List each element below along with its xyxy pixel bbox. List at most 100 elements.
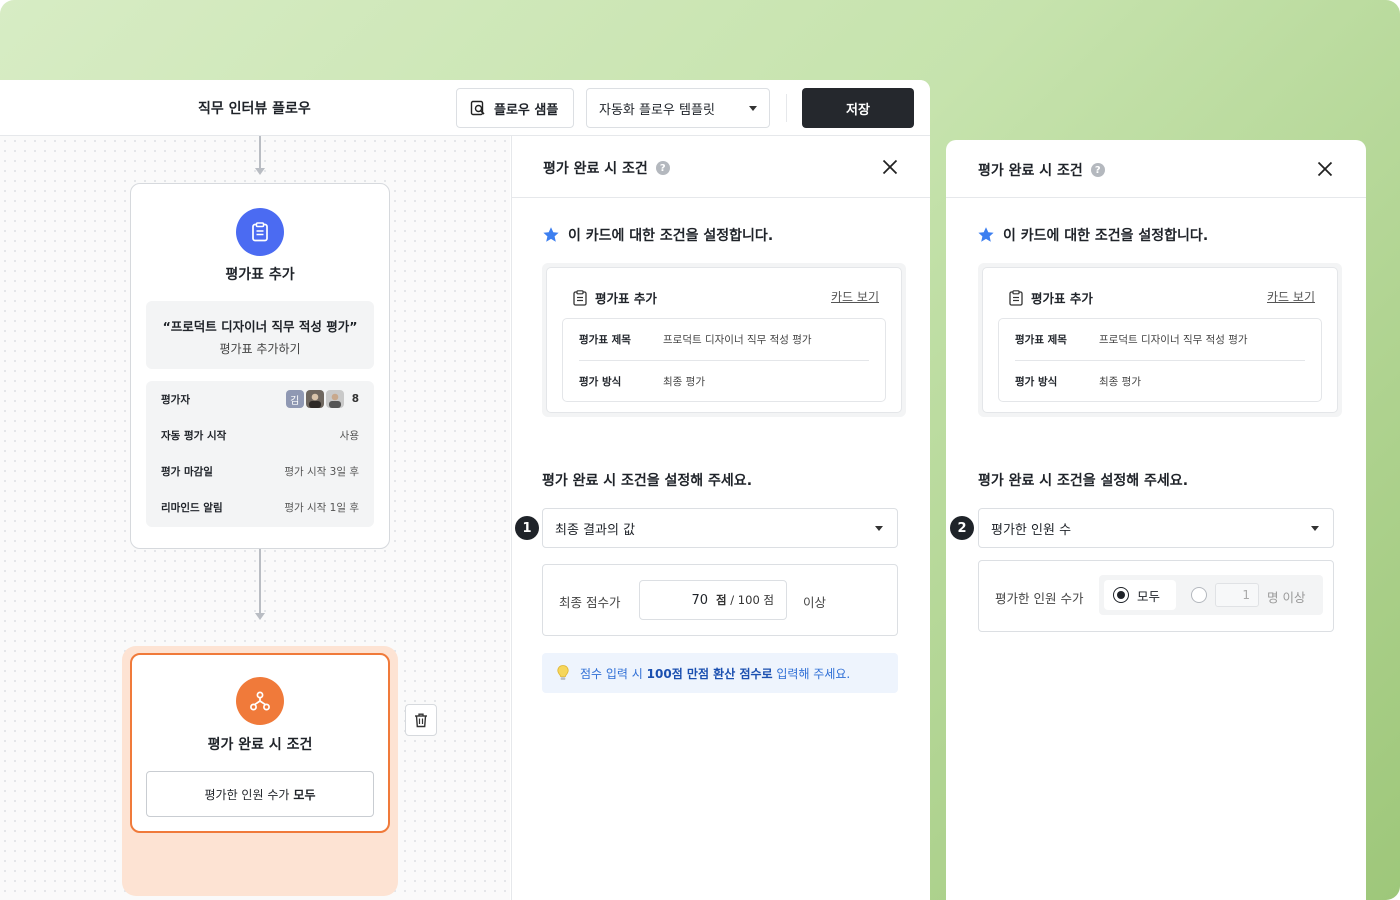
template-select[interactable]: 자동화 플로우 템플릿 <box>586 88 770 128</box>
condition-node-title: 평가 완료 시 조건 <box>207 737 313 753</box>
avatar: 김 <box>285 390 304 408</box>
panel-title-text: 평가 완료 시 조건 <box>978 163 1083 179</box>
condition-summary-value: 모두 <box>293 787 316 802</box>
panel-intro-text: 이 카드에 대한 조건을 설정합니다. <box>568 228 774 244</box>
step-badge: 2 <box>950 516 974 540</box>
linked-card-title-text: 평가표 추가 <box>595 291 657 306</box>
meta-row: 리마인드 알림 평가 시작 1일 후 <box>161 489 359 525</box>
score-value: 70 <box>691 592 709 608</box>
linked-card: 평가표 추가 카드 보기 평가표 제목 프로덕트 디자이너 직무 적성 평가 평… <box>546 267 902 413</box>
save-button[interactable]: 저장 <box>802 88 914 128</box>
chevron-down-icon <box>875 525 883 531</box>
delete-node-button[interactable] <box>405 704 437 736</box>
search-document-icon <box>470 100 485 116</box>
meta-row-evaluators: 평가자 김 8 <box>161 381 359 417</box>
star-icon <box>543 227 559 242</box>
tip-text: 점수 입력 시 100점 만점 환산 점수로 입력해 주세요. <box>580 665 850 682</box>
meta-label: 평가자 <box>161 393 190 406</box>
flow-sample-label: 플로우 샘플 <box>494 102 559 118</box>
clipboard-icon <box>236 208 284 256</box>
score-tip: 점수 입력 시 100점 만점 환산 점수로 입력해 주세요. <box>542 653 898 693</box>
condition-summary[interactable]: 평가한 인원 수가 모두 <box>146 771 374 817</box>
chevron-down-icon <box>749 105 757 111</box>
evaluator-count-options: 모두 1 명 이상 <box>1099 575 1323 615</box>
evaluator-avatars: 김 8 <box>285 390 359 408</box>
option-count-radio[interactable] <box>1191 587 1207 603</box>
linked-card-summary: 평가표 추가 카드 보기 평가표 제목 프로덕트 디자이너 직무 적성 평가 평… <box>978 263 1342 417</box>
eval-node-card[interactable]: 평가표 추가 “프로덕트 디자이너 직무 적성 평가” 평가표 추가하기 평가자… <box>130 183 390 549</box>
condition-question: 평가 완료 시 조건을 설정해 주세요. <box>542 473 753 489</box>
panel-intro-text: 이 카드에 대한 조건을 설정합니다. <box>1003 228 1209 244</box>
meta-label: 리마인드 알림 <box>161 501 223 514</box>
score-condition-box: 최종 점수가 70 점 / 100 점 이상 <box>542 564 898 636</box>
eval-node-quote-title: “프로덕트 디자이너 직무 적성 평가” <box>162 319 358 334</box>
option-all[interactable]: 모두 <box>1104 580 1176 610</box>
branch-icon <box>236 677 284 725</box>
detail-row: 평가 방식 최종 평가 <box>1015 360 1305 401</box>
meta-value: 사용 <box>339 429 359 442</box>
condition-summary-prefix: 평가한 인원 수가 <box>204 787 290 802</box>
star-icon <box>978 227 994 242</box>
panel-title: 평가 완료 시 조건 ? <box>543 158 670 178</box>
linked-card-details: 평가표 제목 프로덕트 디자이너 직무 적성 평가 평가 방식 최종 평가 <box>562 318 886 402</box>
connector-line <box>259 136 261 168</box>
condition-node-card[interactable]: 평가 완료 시 조건 평가한 인원 수가 모두 <box>130 653 390 833</box>
detail-key: 평가 방식 <box>1015 375 1058 388</box>
meta-label: 평가 마감일 <box>161 465 213 478</box>
eval-node-meta: 평가자 김 8 자동 평가 시작 사용 평가 마감일 평가 시작 3일 후 리마… <box>146 381 374 527</box>
close-icon[interactable] <box>882 159 898 175</box>
linked-card-title: 평가표 추가 <box>1009 288 1093 307</box>
score-input[interactable]: 70 점 / 100 점 <box>639 580 787 620</box>
condition-type-value: 평가한 인원 수 <box>991 522 1072 538</box>
score-unit-rest: / 100 점 <box>730 593 774 607</box>
condition-type-select[interactable]: 평가한 인원 수 <box>978 508 1334 548</box>
panel-title-text: 평가 완료 시 조건 <box>543 161 648 177</box>
tip-bold: 100점 만점 환산 점수로 <box>646 666 773 681</box>
help-icon[interactable]: ? <box>1090 163 1105 177</box>
view-card-link[interactable]: 카드 보기 <box>831 288 879 305</box>
condition-panel-final-score: 평가 완료 시 조건 ? 이 카드에 대한 조건을 설정합니다. 평가표 추가 <box>511 136 930 900</box>
detail-value: 최종 평가 <box>1099 375 1141 388</box>
close-icon[interactable] <box>1317 161 1333 177</box>
detail-value: 최종 평가 <box>663 375 705 388</box>
chevron-down-icon <box>1311 525 1319 531</box>
meta-row: 자동 평가 시작 사용 <box>161 417 359 453</box>
condition-panel-evaluator-count: 평가 완료 시 조건 ? 이 카드에 대한 조건을 설정합니다. 평가표 추가 <box>946 140 1366 900</box>
clipboard-icon <box>573 289 587 306</box>
detail-row: 평가표 제목 프로덕트 디자이너 직무 적성 평가 <box>579 319 869 360</box>
linked-card-title-text: 평가표 추가 <box>1031 291 1093 306</box>
connector-line <box>259 549 261 613</box>
arrow-down-icon <box>255 613 265 620</box>
detail-row: 평가표 제목 프로덕트 디자이너 직무 적성 평가 <box>1015 319 1305 360</box>
meta-value: 평가 시작 3일 후 <box>284 465 359 478</box>
score-label: 최종 점수가 <box>559 595 621 610</box>
panel-intro: 이 카드에 대한 조건을 설정합니다. <box>977 225 1208 245</box>
step-badge: 1 <box>515 516 539 540</box>
view-card-link[interactable]: 카드 보기 <box>1267 288 1315 305</box>
lightbulb-icon <box>557 665 569 680</box>
help-icon[interactable]: ? <box>655 161 670 175</box>
evaluator-condition-box: 평가한 인원 수가 모두 1 명 이상 <box>978 560 1334 632</box>
arrow-down-icon <box>255 168 265 175</box>
eval-node-quote-sub: 평가표 추가하기 <box>219 342 301 356</box>
flow-canvas[interactable]: 평가표 추가 “프로덕트 디자이너 직무 적성 평가” 평가표 추가하기 평가자… <box>0 136 510 900</box>
template-select-value: 자동화 플로우 템플릿 <box>599 102 715 118</box>
linked-card-details: 평가표 제목 프로덕트 디자이너 직무 적성 평가 평가 방식 최종 평가 <box>998 318 1322 402</box>
flow-sample-button[interactable]: 플로우 샘플 <box>456 88 574 128</box>
top-bar: 직무 인터뷰 플로우 플로우 샘플 자동화 플로우 템플릿 저장 <box>0 80 930 136</box>
condition-type-value: 최종 결과의 값 <box>555 522 636 538</box>
avatar <box>325 390 344 408</box>
score-suffix: 이상 <box>803 595 827 610</box>
flow-title: 직무 인터뷰 플로우 <box>198 101 311 117</box>
clipboard-icon <box>1009 289 1023 306</box>
score-unit: 점 / 100 점 <box>716 592 774 608</box>
meta-row: 평가 마감일 평가 시작 3일 후 <box>161 453 359 489</box>
panel-intro: 이 카드에 대한 조건을 설정합니다. <box>542 225 773 245</box>
count-input[interactable]: 1 <box>1215 583 1259 607</box>
eval-node-quote: “프로덕트 디자이너 직무 적성 평가” 평가표 추가하기 <box>146 301 374 369</box>
panel-header: 평가 완료 시 조건 ? <box>946 140 1366 198</box>
avatar <box>305 390 324 408</box>
condition-type-select[interactable]: 최종 결과의 값 <box>542 508 898 548</box>
count-suffix: 명 이상 <box>1267 590 1306 605</box>
linked-card-title: 평가표 추가 <box>573 288 657 307</box>
